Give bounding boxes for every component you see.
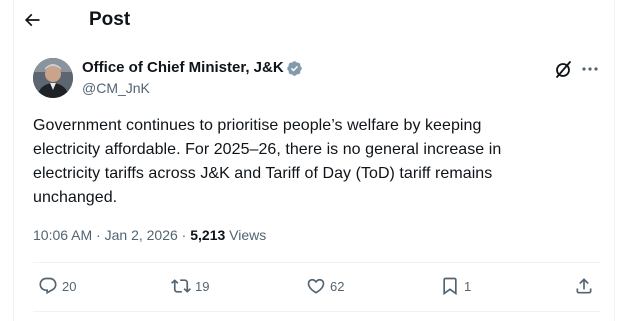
like-button[interactable]: 62 [306, 275, 344, 297]
verified-badge-icon [287, 61, 302, 76]
like-count: 62 [330, 278, 345, 294]
avatar-photo-icon [33, 58, 73, 98]
post-meta: 10:06 AM · Jan 2, 2026 · 5,213 Views [33, 226, 266, 244]
divider [33, 311, 600, 312]
post-text: Government continues to prioritise peopl… [33, 117, 502, 206]
reply-icon [39, 277, 57, 295]
reply-button[interactable]: 20 [38, 275, 76, 297]
repost-icon [171, 279, 191, 293]
column-border-left [13, 0, 14, 321]
bookmark-icon [443, 277, 457, 296]
bookmark-button[interactable]: 1 [440, 275, 471, 297]
share-button[interactable] [574, 275, 594, 297]
views-count: 5,213 [190, 227, 226, 243]
post-date[interactable]: Jan 2, 2026 [105, 227, 178, 243]
more-options-icon[interactable] [580, 59, 600, 79]
views-label: Views [225, 227, 267, 243]
repost-count: 19 [195, 278, 210, 294]
divider [33, 262, 600, 263]
author-handle[interactable]: @CM_JnK [82, 80, 150, 97]
author-name[interactable]: Office of Chief Minister, J&K [82, 59, 284, 77]
post-time[interactable]: 10:06 AM [33, 227, 92, 243]
heart-icon [307, 278, 325, 294]
back-button[interactable] [22, 10, 42, 30]
grok-icon[interactable] [553, 59, 573, 79]
meta-separator: · [92, 227, 105, 243]
page-title: Post [89, 9, 131, 30]
repost-button[interactable]: 19 [171, 275, 209, 297]
avatar[interactable] [33, 58, 73, 98]
share-icon [576, 278, 592, 294]
reply-count: 20 [62, 278, 77, 294]
meta-separator: · [177, 227, 191, 243]
arrow-left-icon [24, 13, 40, 27]
column-border-right [614, 0, 615, 321]
bookmark-count: 1 [464, 278, 472, 294]
